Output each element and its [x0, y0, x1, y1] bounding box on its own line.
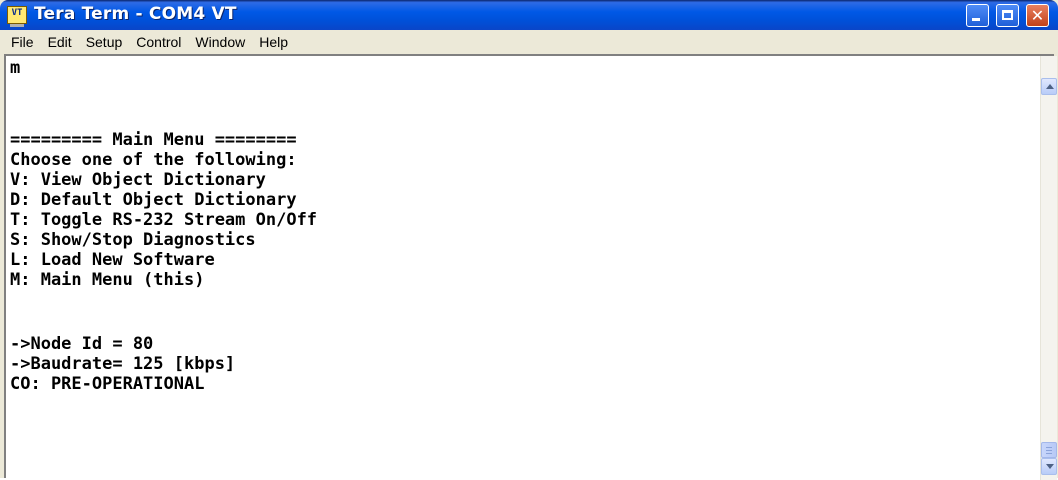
menu-setup[interactable]: Setup [79, 30, 130, 54]
terminal-line: M: Main Menu (this) [10, 270, 205, 290]
terminal-line: CO: PRE-OPERATIONAL [10, 374, 205, 394]
terminal-line: V: View Object Dictionary [10, 170, 266, 190]
window-title: Tera Term - COM4 VT [34, 4, 237, 24]
terminal-screen[interactable]: m ========= Main Menu ======== Choose on… [8, 58, 1038, 476]
menu-bar: File Edit Setup Control Window Help [4, 30, 1054, 54]
scroll-down-button[interactable] [1041, 458, 1057, 475]
menu-control[interactable]: Control [129, 30, 188, 54]
terminal-line: T: Toggle RS-232 Stream On/Off [10, 210, 318, 230]
terminal-line: ->Baudrate= 125 [kbps] [10, 354, 236, 374]
scroll-thumb[interactable] [1041, 442, 1057, 458]
terminal-frame: m ========= Main Menu ======== Choose on… [4, 54, 1057, 480]
menu-help[interactable]: Help [252, 30, 295, 54]
maximize-icon [1002, 10, 1013, 20]
menu-edit[interactable]: Edit [41, 30, 79, 54]
title-bar[interactable]: VT Tera Term - COM4 VT ✕ [0, 0, 1058, 30]
menu-file[interactable]: File [4, 30, 41, 54]
terminal-line: S: Show/Stop Diagnostics [10, 230, 256, 250]
close-button[interactable]: ✕ [1026, 4, 1049, 27]
arrow-down-icon [1046, 464, 1054, 469]
terminal-line: ->Node Id = 80 [10, 334, 154, 354]
grip-icon [1046, 447, 1052, 448]
grip-icon [1046, 453, 1052, 454]
grip-icon [1046, 450, 1052, 451]
app-window: VT Tera Term - COM4 VT ✕ File Edit Setup… [0, 0, 1058, 480]
terminal-line: D: Default Object Dictionary [10, 190, 297, 210]
terminal-line: Choose one of the following: [10, 150, 297, 170]
terminal-line: ========= Main Menu ======== [10, 130, 297, 150]
minimize-icon [972, 18, 980, 21]
terminal-line: m [10, 58, 21, 78]
terminal-line: L: Load New Software [10, 250, 215, 270]
minimize-button[interactable] [966, 4, 989, 27]
scroll-up-button[interactable] [1041, 78, 1057, 95]
arrow-up-icon [1046, 84, 1054, 89]
menu-window[interactable]: Window [188, 30, 252, 54]
tera-term-app-icon[interactable]: VT [7, 6, 27, 27]
vertical-scrollbar[interactable] [1040, 56, 1057, 480]
close-icon: ✕ [1030, 6, 1045, 25]
maximize-button[interactable] [996, 4, 1019, 27]
